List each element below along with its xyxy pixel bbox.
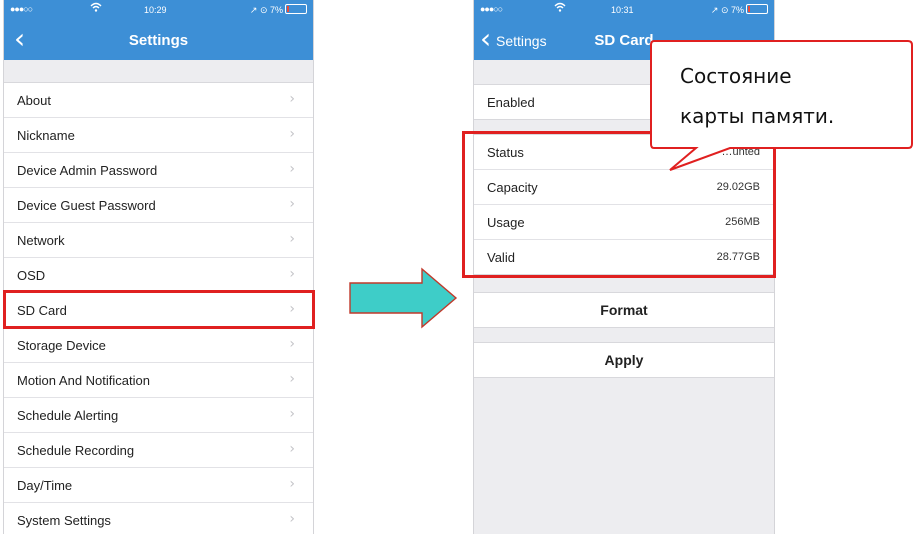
settings-row-label: Motion And Notification [17,373,150,388]
status-time: 10:31 [611,5,634,15]
chevron-right-icon: › [289,371,295,387]
settings-row[interactable]: About › [4,83,313,118]
status-right-text: ↗ ⊙ 7% [249,5,283,15]
settings-row[interactable]: Day/Time › [4,468,313,503]
nav-bar: ‹ Settings [4,20,313,60]
battery-icon [746,4,768,14]
settings-row[interactable]: Network › [4,223,313,258]
settings-row-label: Nickname [17,128,75,143]
page-title: Settings [128,32,189,49]
settings-row-label: Day/Time [17,478,73,493]
format-button[interactable]: Format [474,292,774,328]
settings-row[interactable]: System Settings › [4,503,313,534]
battery-icon [285,4,307,14]
settings-row-label: System Settings [17,513,111,528]
settings-row[interactable]: Schedule Alerting › [4,398,313,433]
status-time: 10:29 [144,5,167,15]
chevron-right-icon: › [289,91,295,107]
status-bar: ●●●○○ 10:31 ↗ ⊙ 7% [474,0,774,20]
chevron-right-icon: › [289,231,295,247]
settings-row[interactable]: Nickname › [4,118,313,153]
status-right-text: ↗ ⊙ 7% [710,5,744,15]
signal-indicator: ●●●○○ [480,4,503,14]
status-indicators: ↗ ⊙ 7% [711,4,768,16]
callout-line-2: карты памяти. [680,104,835,128]
settings-row[interactable]: OSD › [4,258,313,293]
settings-row[interactable]: Device Admin Password › [4,153,313,188]
settings-row[interactable]: Schedule Recording › [4,433,313,468]
settings-row-label: Device Admin Password [17,163,158,178]
callout-line-1: Состояние [680,64,792,88]
chevron-right-icon: › [289,161,295,177]
wifi-icon [90,2,102,15]
settings-screen: ●●●○○ 10:29 ↗ ⊙ 7% ‹ Settings About › Nick… [4,0,313,534]
chevron-right-icon: › [289,441,295,457]
settings-row[interactable]: Device Guest Password › [4,188,313,223]
settings-row-label: Schedule Alerting [17,408,119,423]
apply-button[interactable]: Apply [474,342,774,378]
chevron-right-icon: › [289,126,295,142]
sd-card-highlight-box [3,290,315,329]
status-bar: ●●●○○ 10:29 ↗ ⊙ 7% [4,0,313,20]
chevron-right-icon: › [289,511,295,527]
wifi-icon [554,2,566,15]
chevron-right-icon: › [289,336,295,352]
chevron-right-icon: › [289,406,295,422]
settings-row[interactable]: Storage Device › [4,328,313,363]
chevron-right-icon: › [289,266,295,282]
settings-row-label: Network [17,233,65,248]
chevron-right-icon: › [289,476,295,492]
settings-row-label: Device Guest Password [17,198,156,213]
chevron-right-icon: › [289,196,295,212]
status-indicators: ↗ ⊙ 7% [250,4,307,16]
settings-row-label: Storage Device [17,338,106,353]
right-arrow-icon [349,267,458,329]
settings-row[interactable]: Motion And Notification › [4,363,313,398]
settings-row-label: About [17,93,51,108]
enabled-label: Enabled [487,95,535,110]
signal-indicator: ●●●○○ [10,4,33,14]
settings-row-label: Schedule Recording [17,443,135,458]
settings-row-label: OSD [17,268,46,283]
